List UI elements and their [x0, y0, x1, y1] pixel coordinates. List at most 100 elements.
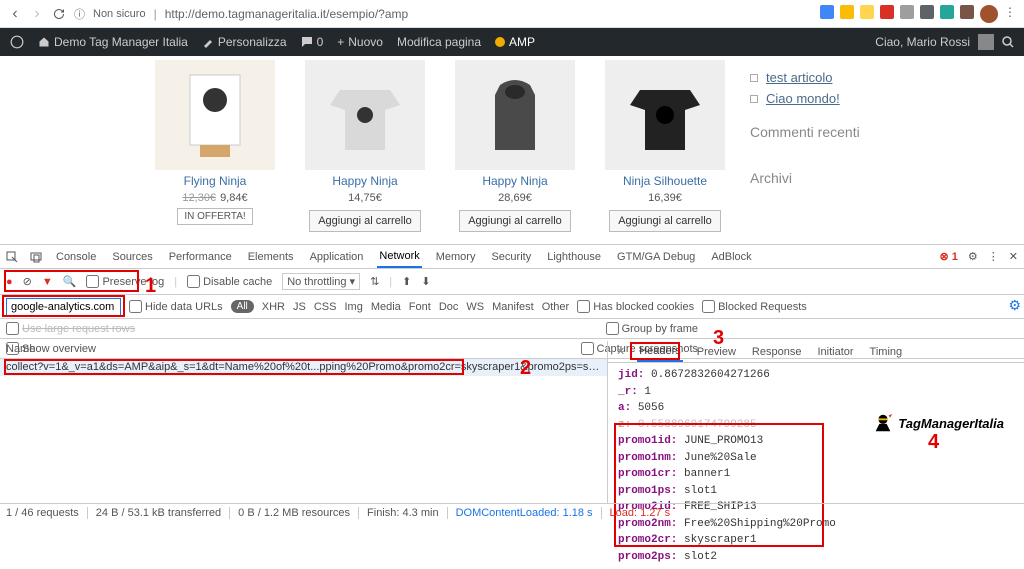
large-rows-checkbox[interactable]: Use large request rows: [6, 322, 135, 335]
tab-performance[interactable]: Performance: [167, 247, 234, 267]
search-icon[interactable]: [1002, 36, 1014, 48]
tab-console[interactable]: Console: [54, 247, 98, 267]
back-icon[interactable]: [8, 7, 22, 21]
sidebar-link[interactable]: Ciao mondo!: [750, 91, 1004, 106]
column-header-name[interactable]: Name: [0, 341, 607, 359]
kebab-icon[interactable]: ⋮: [988, 250, 999, 263]
ext-icon[interactable]: [840, 5, 854, 19]
group-label: Group by frame: [622, 323, 698, 335]
search-icon[interactable]: 🔍: [63, 275, 77, 288]
upload-icon[interactable]: ⬆: [402, 275, 411, 288]
tab-network[interactable]: Network: [377, 246, 421, 268]
filter-type[interactable]: XHR: [262, 301, 285, 313]
add-to-cart-button[interactable]: Aggiungi al carrello: [309, 210, 421, 232]
comments-link[interactable]: 0: [301, 35, 324, 49]
filter-type[interactable]: CSS: [314, 301, 337, 313]
product-card[interactable]: Ninja Silhouette 16,39€ Aggiungi al carr…: [600, 60, 730, 244]
wp-admin-bar: Demo Tag Manager Italia Personalizza 0 +…: [0, 28, 1024, 56]
filter-type[interactable]: Img: [344, 301, 362, 313]
forward-icon[interactable]: [30, 7, 44, 21]
filter-type[interactable]: JS: [293, 301, 306, 313]
address-bar[interactable]: http://demo.tagmanageritalia.it/esempio/…: [165, 7, 812, 21]
download-icon[interactable]: ⬇: [421, 275, 430, 288]
wifi-icon[interactable]: ⇅: [370, 275, 379, 288]
filter-type[interactable]: Media: [371, 301, 401, 313]
throttling-select[interactable]: No throttling ▾: [282, 273, 360, 290]
product-title[interactable]: Ninja Silhouette: [600, 174, 730, 188]
product-card[interactable]: Flying Ninja 12,30€9,84€ IN OFFERTA!: [150, 60, 280, 244]
tab-timing[interactable]: Timing: [868, 343, 905, 361]
filter-type[interactable]: Manifest: [492, 301, 534, 313]
filter-type[interactable]: WS: [466, 301, 484, 313]
sidebar-link[interactable]: test articolo: [750, 70, 1004, 85]
filter-type[interactable]: Doc: [439, 301, 459, 313]
record-icon[interactable]: ●: [6, 276, 13, 288]
add-to-cart-button[interactable]: Aggiungi al carrello: [609, 210, 721, 232]
sidebar-heading: Commenti recenti: [750, 124, 1004, 140]
request-row[interactable]: collect?v=1&_v=a1&ds=AMP&aip&_s=1&dt=Nam…: [0, 359, 607, 376]
tab-application[interactable]: Application: [308, 247, 366, 267]
tab-response[interactable]: Response: [750, 343, 804, 361]
header-row: promo1ps: slot1: [618, 483, 1014, 500]
new-link[interactable]: + Nuovo: [337, 35, 383, 49]
group-frame-checkbox[interactable]: Group by frame: [606, 322, 698, 335]
filter-all[interactable]: All: [231, 300, 254, 313]
ext-icon[interactable]: [940, 5, 954, 19]
close-icon[interactable]: ✕: [1009, 250, 1018, 263]
filter-type[interactable]: Font: [409, 301, 431, 313]
profile-avatar[interactable]: [980, 5, 998, 23]
hide-data-urls-checkbox[interactable]: Hide data URLs: [129, 300, 223, 313]
tab-security[interactable]: Security: [489, 247, 533, 267]
tab-sources[interactable]: Sources: [110, 247, 154, 267]
product-card[interactable]: Happy Ninja 14,75€ Aggiungi al carrello: [300, 60, 430, 244]
error-badge[interactable]: ⊗ 1: [940, 250, 958, 263]
disable-cache-checkbox[interactable]: Disable cache: [187, 275, 272, 288]
price: 16,39€: [648, 192, 682, 204]
ext-icon[interactable]: [920, 5, 934, 19]
site-name[interactable]: Demo Tag Manager Italia: [38, 35, 188, 49]
reload-icon[interactable]: [52, 7, 66, 21]
tab-gtm-debug[interactable]: GTM/GA Debug: [615, 247, 697, 267]
filter-input[interactable]: [6, 298, 121, 316]
detail-tabs: ✕ Headers Preview Response Initiator Tim…: [608, 341, 1024, 363]
blocked-requests-checkbox[interactable]: Blocked Requests: [702, 300, 807, 313]
preserve-log-checkbox[interactable]: Preserve log: [86, 275, 164, 288]
ext-icon[interactable]: [960, 5, 974, 19]
add-to-cart-button[interactable]: Aggiungi al carrello: [459, 210, 571, 232]
product-card[interactable]: Happy Ninja 28,69€ Aggiungi al carrello: [450, 60, 580, 244]
product-title[interactable]: Happy Ninja: [300, 174, 430, 188]
greeting[interactable]: Ciao, Mario Rossi: [875, 35, 970, 49]
device-icon[interactable]: [30, 251, 42, 263]
wp-logo-icon[interactable]: [10, 35, 24, 49]
network-body: Name collect?v=1&_v=a1&ds=AMP&aip&_s=1&d…: [0, 341, 1024, 503]
tab-adblock[interactable]: AdBlock: [709, 247, 753, 267]
filter-icon[interactable]: ▼: [42, 276, 53, 288]
ext-icon[interactable]: [860, 5, 874, 19]
insecure-icon: ⓘ: [74, 6, 85, 22]
settings-gear-icon[interactable]: ⚙: [1008, 297, 1021, 314]
blocked-cookies-checkbox[interactable]: Has blocked cookies: [577, 300, 694, 313]
status-resources: 0 B / 1.2 MB resources: [238, 507, 359, 519]
status-requests: 1 / 46 requests: [6, 507, 88, 519]
user-avatar[interactable]: [978, 34, 994, 50]
product-title[interactable]: Happy Ninja: [450, 174, 580, 188]
ext-icon[interactable]: [900, 5, 914, 19]
tab-initiator[interactable]: Initiator: [815, 343, 855, 361]
gear-icon[interactable]: ⚙: [968, 250, 978, 263]
tab-memory[interactable]: Memory: [434, 247, 478, 267]
tab-headers[interactable]: Headers: [637, 342, 683, 362]
close-detail-icon[interactable]: ✕: [616, 345, 625, 358]
edit-page-link[interactable]: Modifica pagina: [397, 35, 481, 49]
tab-lighthouse[interactable]: Lighthouse: [545, 247, 603, 267]
tab-elements[interactable]: Elements: [246, 247, 296, 267]
clear-icon[interactable]: ⊘: [23, 275, 32, 288]
tab-preview[interactable]: Preview: [695, 343, 738, 361]
kebab-icon[interactable]: ⋮: [1004, 5, 1016, 23]
ext-icon[interactable]: [880, 5, 894, 19]
customize-link[interactable]: Personalizza: [202, 35, 287, 49]
filter-type[interactable]: Other: [542, 301, 570, 313]
amp-link[interactable]: AMP: [495, 35, 535, 49]
inspect-icon[interactable]: [6, 251, 18, 263]
product-title[interactable]: Flying Ninja: [150, 174, 280, 188]
ext-icon[interactable]: [820, 5, 834, 19]
